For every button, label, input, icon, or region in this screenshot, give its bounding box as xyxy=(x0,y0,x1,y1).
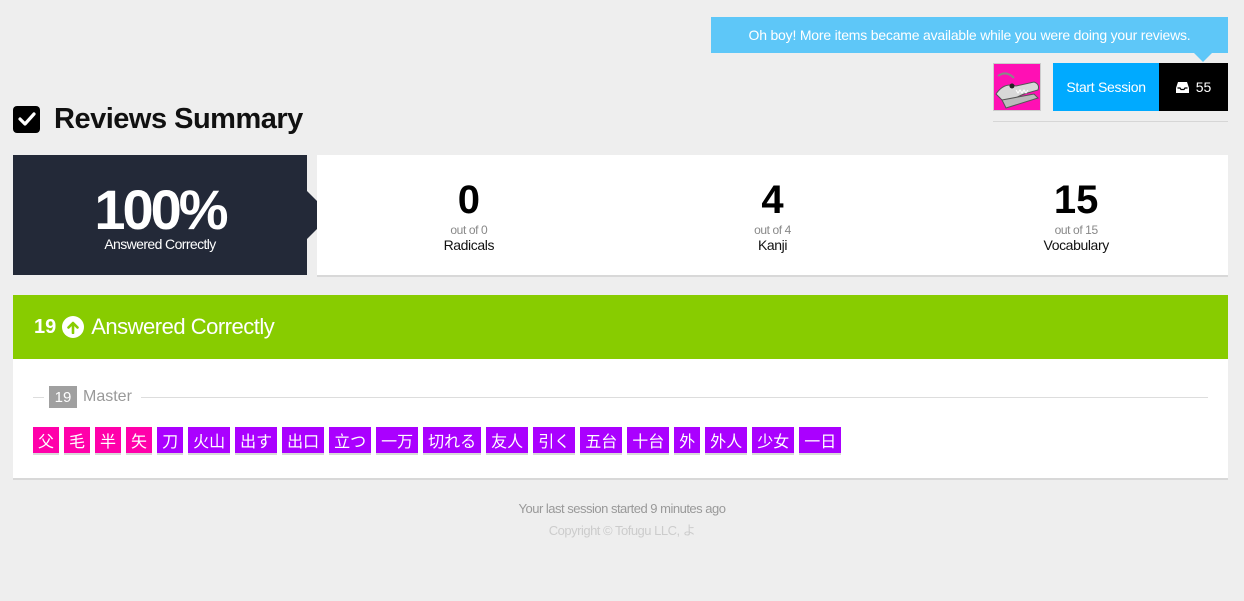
review-item-vocab[interactable]: 十台 xyxy=(627,427,670,453)
srs-count-badge: 19 xyxy=(49,386,77,408)
review-item-vocab[interactable]: 友人 xyxy=(486,427,529,453)
divider xyxy=(33,396,44,398)
review-item-vocab[interactable]: 五台 xyxy=(580,427,623,453)
reviews-summary-page: Oh boy! More items became available whil… xyxy=(0,0,1244,601)
crocodile-avatar-icon xyxy=(994,64,1040,110)
stat-value: 15 xyxy=(1053,178,1099,222)
page-header: Reviews Summary xyxy=(13,102,303,135)
review-item-vocab[interactable]: 切れる xyxy=(423,427,482,453)
stat-out-of: out of 4 xyxy=(754,223,791,237)
page-title: Reviews Summary xyxy=(54,102,303,135)
srs-level-name: Master xyxy=(83,388,132,405)
stat-vocabulary: 15 out of 15 Vocabulary xyxy=(924,155,1228,275)
srs-group-header: 19 Master xyxy=(33,386,1208,408)
stats-panel: 0 out of 0 Radicals 4 out of 4 Kanji 15 … xyxy=(317,155,1228,275)
checkbox-icon xyxy=(13,105,40,133)
review-item-kanji[interactable]: 毛 xyxy=(64,427,91,453)
correct-count: 19 xyxy=(34,315,57,338)
answered-correctly-body: 19 Master 父毛半矢刀火山 出す 出口 立つ 一万 切れる 友人 引く 五台 十台外外人少… xyxy=(13,359,1228,478)
review-item-vocab[interactable]: 少女 xyxy=(752,427,795,453)
stat-value: 4 xyxy=(761,178,784,222)
review-item-kanji[interactable]: 父 xyxy=(33,427,60,453)
stat-label: Kanji xyxy=(757,237,788,253)
start-session-label: Start Session xyxy=(1066,79,1146,95)
header-divider xyxy=(993,121,1228,122)
stat-label: Vocabulary xyxy=(1043,237,1110,253)
percent-correct-label: Answered Correctly xyxy=(104,236,216,252)
queue-count: 55 xyxy=(1195,79,1212,95)
item-list: 父毛半矢刀火山 出す 出口 立つ 一万 切れる 友人 引く 五台 十台外外人 少女 一日 xyxy=(33,427,842,453)
stat-value: 0 xyxy=(457,178,480,222)
review-item-vocab[interactable]: 一万 xyxy=(376,427,419,453)
stat-label: Radicals xyxy=(443,237,495,253)
review-item-vocab[interactable]: 出口 xyxy=(282,427,325,453)
review-item-vocab[interactable]: 刀 xyxy=(157,427,184,453)
review-item-vocab[interactable]: 火山 xyxy=(188,427,231,453)
arrow-up-circle-icon xyxy=(62,316,85,338)
review-item-vocab[interactable]: 一日 xyxy=(799,427,842,453)
percent-correct-value: 100% xyxy=(94,178,228,241)
answered-correctly-header: 19 Answered Correctly xyxy=(13,295,1228,359)
inbox-icon xyxy=(1175,81,1189,93)
avatar[interactable] xyxy=(993,63,1041,111)
review-queue-button[interactable]: 55 xyxy=(1159,63,1228,111)
divider xyxy=(140,396,1208,398)
footer: Your last session started 9 minutes ago … xyxy=(0,500,1244,544)
review-item-kanji[interactable]: 半 xyxy=(95,427,122,453)
review-item-kanji[interactable]: 矢 xyxy=(126,427,153,453)
review-item-vocab[interactable]: 外 xyxy=(674,427,701,453)
percent-correct-panel: 100% Answered Correctly xyxy=(13,155,331,275)
correct-title: Answered Correctly xyxy=(91,314,275,339)
review-item-vocab[interactable]: 引く xyxy=(533,427,576,453)
review-item-vocab[interactable]: 外人 xyxy=(705,427,748,453)
stat-kanji: 4 out of 4 Kanji xyxy=(621,155,925,275)
new-items-notice: Oh boy! More items became available whil… xyxy=(711,17,1228,62)
stat-out-of: out of 15 xyxy=(1054,223,1099,237)
last-session-text: Your last session started 9 minutes ago xyxy=(518,501,726,516)
copyright-text: Copyright © Tofugu LLC, よ xyxy=(548,523,696,538)
stat-out-of: out of 0 xyxy=(450,223,488,237)
stat-radicals: 0 out of 0 Radicals xyxy=(317,155,621,275)
start-session-button[interactable]: Start Session xyxy=(1053,63,1159,111)
notice-text: Oh boy! More items became available whil… xyxy=(748,27,1191,43)
review-item-vocab[interactable]: 立つ xyxy=(329,427,372,453)
review-item-vocab[interactable]: 出す xyxy=(235,427,278,453)
